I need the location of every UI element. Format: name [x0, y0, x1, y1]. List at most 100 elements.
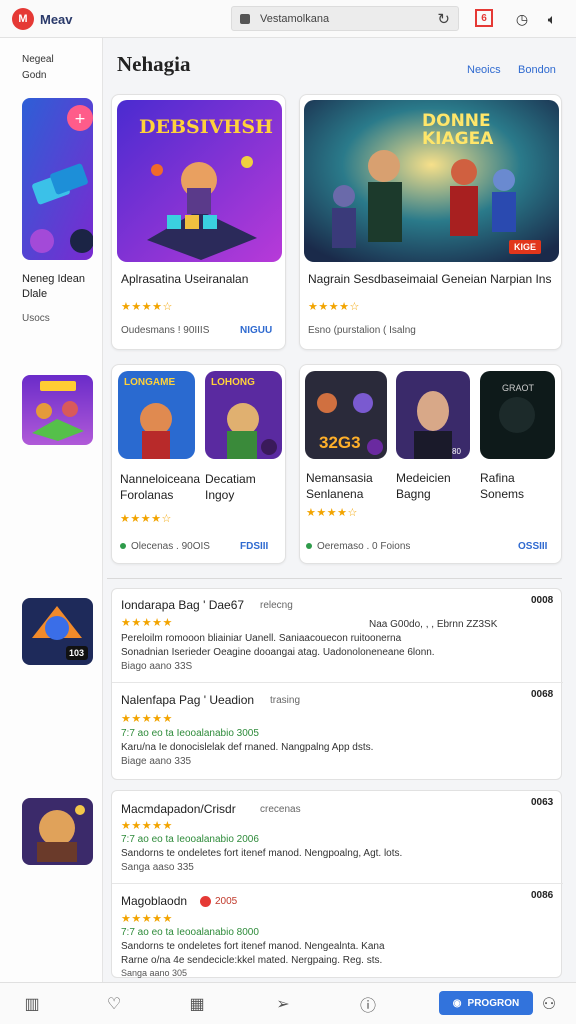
list-item-tag: crecenas — [260, 804, 301, 815]
sidebar-thumbnail[interactable]: + — [22, 98, 93, 260]
game-art-5-text: GRAOT — [502, 383, 535, 393]
info-icon[interactable]: ⓘ — [357, 993, 379, 1015]
featured-card-1-meta: Oudesmans ! 90IIIS — [121, 325, 210, 336]
sidebar-item-sub: Usocs — [22, 313, 50, 324]
game-art-3-text: 32G3 — [319, 433, 361, 452]
game-3-title-line-2: Senlanena — [306, 487, 364, 501]
sidebar-game-thumb-3[interactable] — [22, 798, 93, 865]
featured-card-1-art: DEBSIVHSH — [117, 100, 282, 262]
list-card-2: Macmdapadon/Crisdr crecenas 0063 ★★★★★ 7… — [111, 790, 563, 978]
featured-card-1[interactable]: DEBSIVHSH Aplrasatina Useiranalan ★★★★☆ … — [111, 94, 286, 350]
grid-icon[interactable]: ▦ — [186, 993, 208, 1015]
sidebar-game-thumb-1[interactable] — [22, 375, 93, 445]
status-dot-icon — [306, 543, 312, 550]
game-3-title-line-1: Nemansasia — [306, 471, 373, 485]
game-art-1-text: LONGAME — [124, 377, 176, 388]
bottom-navigation: ▥ ♡ ▦ ➢ ⓘ ◉ PROGRON ⚇ — [0, 982, 576, 1024]
svg-text:+: + — [74, 111, 86, 127]
game-card-pair-1-link[interactable]: FDSIII — [240, 541, 268, 552]
game-card-trio-rating: ★★★★☆ — [306, 507, 358, 519]
list-item-title: Macmdapadon/Crisdr — [121, 802, 236, 816]
featured-card-2-art: DONNE KIAGEA KIGE — [304, 100, 559, 262]
list-item-rating: ★★★★★ — [121, 713, 173, 725]
featured-card-1-art-text: DEBSIVHSH — [139, 116, 273, 138]
header-link-2[interactable]: Bondon — [518, 64, 556, 76]
list-item-desc-1: Sandorns te ondeletes fort itenef manod.… — [121, 941, 385, 952]
game-card-pair-1[interactable]: LONGAME LOHONG Nanneloiceana Forolanas D… — [111, 364, 286, 564]
game-art-4-badge: 80 — [452, 447, 461, 456]
list-item-num: 0068 — [531, 689, 554, 700]
list-item-desc-1: Pereloilm romooon bliainiar Uanell. Sani… — [121, 633, 402, 644]
game-card-pair-1-meta-text: Olecenas . 90OIS — [131, 541, 210, 552]
list-item-rating: ★★★★★ — [121, 820, 173, 832]
primary-action-button[interactable]: ◉ PROGRON — [439, 991, 533, 1015]
game-card-pair-1-meta: Olecenas . 90OIS — [120, 541, 210, 552]
list-item-sub: Sanga aaso 335 — [121, 862, 194, 873]
address-bar[interactable]: Vestamolkana ↻ — [231, 6, 459, 31]
game-card-trio-meta: Oeremaso . 0 Foions — [306, 541, 410, 552]
reload-icon[interactable]: ↻ — [437, 10, 450, 28]
list-item-num: 0063 — [531, 797, 554, 808]
list-item-tag: trasing — [270, 695, 301, 706]
list-item-title: Iondarapa Bag ' Dae67 — [121, 598, 245, 612]
extension-badge-icon[interactable]: 6 — [475, 9, 493, 27]
brand[interactable]: M Meav — [12, 8, 73, 30]
game-art-1: LONGAME — [118, 371, 195, 459]
brand-logo-icon: M — [12, 8, 34, 30]
list-item-badge-text: 2005 — [215, 896, 238, 908]
sidebar-heading-line-1: Negeal — [22, 54, 54, 65]
featured-card-2[interactable]: DONNE KIAGEA KIGE Nagrain Sesdbaseimaial… — [299, 94, 562, 350]
featured-card-2-art-text: DONNE KIAGEA — [422, 111, 494, 149]
list-item-sub: Biage aano 335 — [121, 756, 192, 767]
chat-icon: ◉ — [452, 997, 462, 1009]
sidebar-game-thumb-2[interactable]: 103 — [22, 598, 93, 665]
game-card-trio[interactable]: 32G3 80 GRAOT Nemansasia Senlanena Medei… — [299, 364, 562, 564]
list-item-num: 0008 — [531, 595, 554, 606]
sidebar-heading: Negeal Godn — [22, 52, 54, 84]
brand-name: Meav — [40, 11, 73, 27]
game-4-title-line-2: Bagng — [396, 487, 431, 501]
sidebar-item-title-line-2: Dlale — [22, 288, 48, 300]
game-card-trio-link[interactable]: OSSIII — [518, 541, 547, 552]
game-2-title-line-2: Ingoy — [205, 488, 235, 502]
page-title: Nehagia — [117, 52, 191, 76]
list-item-rating: ★★★★★ — [121, 913, 173, 925]
lock-icon — [240, 13, 250, 24]
address-url: Vestamolkana — [260, 12, 330, 25]
list-item-desc: Sandorns te ondeletes fort itenef manod.… — [121, 848, 403, 859]
list-item-green: 7:7 ao eo ta Ieooalanabio 8000 — [121, 927, 259, 938]
primary-action-label: PROGRON — [467, 997, 520, 1009]
list-item-extra: Naa G00do, , , Ebrnn ZZ3SK — [369, 619, 498, 630]
sidebar: Negeal Godn + Neneg Idean Dlale Usocs 10… — [0, 38, 103, 982]
history-clock-icon[interactable]: ◷ — [512, 9, 532, 29]
list-item-green: 7:7 ao eo ta Ieooalanabio 3005 — [121, 728, 259, 739]
send-icon[interactable]: ➢ — [272, 993, 294, 1015]
game-5-title-line-1: Rafina — [480, 471, 515, 485]
featured-card-2-rating: ★★★★☆ — [308, 301, 360, 313]
list-item-num: 0086 — [531, 890, 554, 901]
game-1-title-line-1: Nanneloiceana — [120, 472, 201, 486]
list-item-tag: relecng — [260, 600, 293, 611]
list-item-title: Nalenfapa Pag ' Ueadion — [121, 693, 255, 707]
featured-card-2-art-badge: KIGE — [509, 240, 542, 254]
game-art-4: 80 — [396, 371, 470, 459]
featured-card-1-title: Aplrasatina Useiranalan — [121, 272, 249, 286]
speaker-icon[interactable]: 🔈︎ — [542, 9, 562, 29]
game-4-title: Medeicien Bagng — [396, 470, 451, 502]
heart-icon[interactable]: ♡ — [103, 993, 125, 1015]
home-columns-icon[interactable]: ▥ — [21, 993, 43, 1015]
game-2-title: Decatiam Ingoy — [205, 471, 256, 503]
featured-card-2-meta: Esno (purstalion ( Isalng — [308, 325, 416, 336]
row-separator — [112, 883, 563, 884]
featured-card-2-title: Nagrain Sesdbaseimaial Geneian Narpian I… — [308, 272, 552, 286]
profile-icon[interactable]: ⚇ — [538, 993, 560, 1015]
sidebar-heading-line-2: Godn — [22, 70, 47, 81]
featured-card-1-link[interactable]: NIGUU — [240, 325, 272, 336]
browser-toolbar: M Meav Vestamolkana ↻ 6 ◷ 🔈︎ — [0, 0, 576, 38]
sidebar-item-title[interactable]: Neneg Idean Dlale — [22, 272, 85, 302]
list-item-desc-2: Rarne o/na 4e sendecicle:kkel mated. Ner… — [121, 955, 383, 966]
game-4-title-line-1: Medeicien — [396, 471, 451, 485]
featured-card-1-rating: ★★★★☆ — [121, 301, 173, 313]
header-link-1[interactable]: Neoics — [467, 64, 501, 76]
game-art-2: LOHONG — [205, 371, 282, 459]
